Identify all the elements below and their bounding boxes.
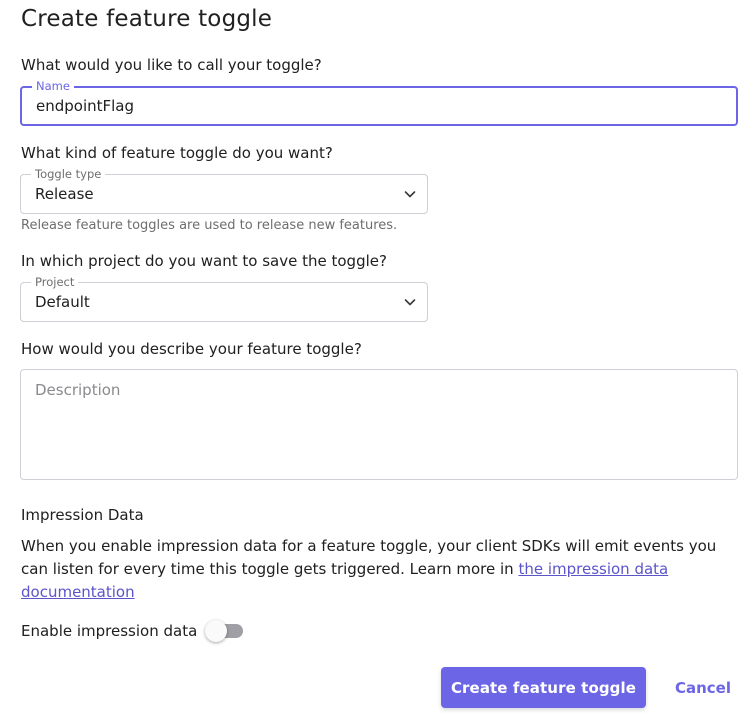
toggle-type-value: Release: [35, 185, 94, 203]
description-textarea[interactable]: Description: [20, 369, 738, 480]
create-feature-toggle-form: Create feature toggle What would you lik…: [0, 0, 748, 721]
description-question: How would you describe your feature togg…: [21, 340, 362, 358]
impression-data-switch-label: Enable impression data: [21, 622, 198, 640]
description-placeholder: Description: [35, 381, 121, 399]
create-feature-toggle-button[interactable]: Create feature toggle: [441, 667, 646, 708]
cancel-button[interactable]: Cancel: [668, 667, 738, 708]
toggle-type-question: What kind of feature toggle do you want?: [21, 144, 333, 162]
switch-thumb[interactable]: [205, 620, 228, 642]
impression-data-description: When you enable impression data for a fe…: [21, 535, 741, 604]
toggle-type-select[interactable]: Toggle type Release: [20, 167, 428, 214]
chevron-down-icon[interactable]: [403, 295, 417, 309]
project-value: Default: [35, 293, 90, 311]
name-input[interactable]: endpointFlag: [36, 88, 134, 124]
toggle-type-helper: Release feature toggles are used to rele…: [21, 218, 398, 233]
project-select[interactable]: Project Default: [20, 275, 428, 322]
page-title: Create feature toggle: [21, 6, 273, 32]
impression-data-switch[interactable]: [205, 620, 245, 642]
impression-data-switch-row: Enable impression data: [21, 620, 245, 642]
impression-data-heading: Impression Data: [21, 506, 144, 524]
name-question: What would you like to call your toggle?: [21, 56, 322, 74]
project-question: In which project do you want to save the…: [21, 252, 387, 270]
chevron-down-icon[interactable]: [403, 187, 417, 201]
name-field[interactable]: Name endpointFlag: [20, 79, 738, 126]
